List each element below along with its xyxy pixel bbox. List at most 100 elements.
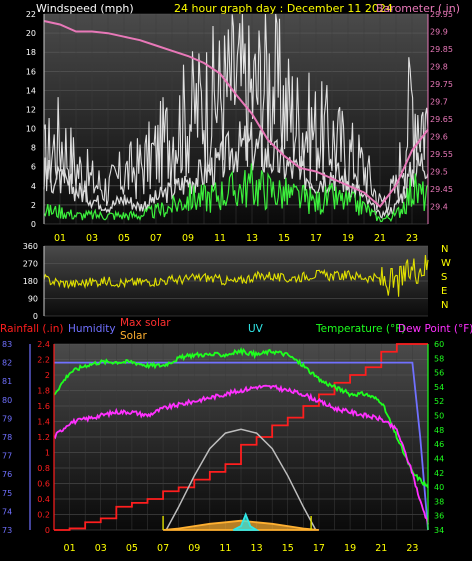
- hour-tick-label: 17: [313, 543, 325, 554]
- hour-tick-label: 05: [126, 543, 138, 554]
- time-axis-bottom: 01 03 05 07 09 11 13 15 17 19 21 23: [64, 543, 419, 554]
- hour-tick-label: 05: [118, 233, 130, 244]
- wind-tick-label: 4: [31, 182, 36, 191]
- humidity-tick-label: 73: [2, 526, 12, 535]
- wind-tick-label: 14: [26, 86, 36, 95]
- hour-tick-label: 19: [344, 543, 356, 554]
- rainfall-tick-label: 0: [45, 526, 50, 535]
- legend-uv: UV: [248, 323, 264, 335]
- wind-tick-label: 18: [26, 48, 36, 57]
- barometer-tick-label: 29.55: [430, 150, 453, 159]
- direction-tick-label: 360: [23, 242, 38, 251]
- temperature-tick-label: 46: [434, 440, 444, 449]
- rainfall-tick-label: 2.4: [37, 340, 50, 349]
- hour-tick-label: 15: [278, 233, 290, 244]
- humidity-tick-label: 74: [2, 507, 12, 516]
- hour-tick-label: 01: [64, 543, 76, 554]
- legend-humidity: Humidity: [68, 323, 116, 335]
- hour-tick-label: 19: [342, 233, 354, 244]
- hour-tick-label: 21: [375, 543, 387, 554]
- temperature-tick-label: 36: [434, 512, 444, 521]
- temperature-tick-label: 58: [434, 354, 444, 363]
- hour-tick-label: 09: [182, 233, 194, 244]
- temperature-tick-label: 56: [434, 369, 444, 378]
- humidity-tick-label: 77: [2, 452, 12, 461]
- rainfall-tick-label: 1.8: [37, 387, 50, 396]
- barometer-tick-label: 29.45: [430, 185, 453, 194]
- temperature-tick-label: 54: [434, 383, 444, 392]
- barometer-tick-label: 29.7: [430, 98, 448, 107]
- wind-tick-label: 8: [31, 144, 36, 153]
- barometer-tick-label: 29.6: [430, 133, 448, 142]
- wind-axis-title: Windspeed (mph): [36, 2, 134, 15]
- temperature-tick-label: 44: [434, 454, 444, 463]
- hour-tick-label: 21: [374, 233, 386, 244]
- hour-tick-label: 01: [54, 233, 66, 244]
- direction-tick-label: 90: [28, 295, 38, 304]
- hour-tick-label: 07: [150, 233, 162, 244]
- humidity-tick-label: 75: [2, 489, 12, 498]
- wind-tick-label: 22: [26, 10, 36, 19]
- temperature-tick-label: 60: [434, 340, 444, 349]
- wind-tick-label: 20: [26, 29, 36, 38]
- humidity-tick-label: 80: [2, 396, 12, 405]
- hour-tick-label: 07: [157, 543, 169, 554]
- rainfall-tick-label: 0.2: [37, 511, 50, 520]
- barometer-tick-label: 29.75: [430, 80, 453, 89]
- humidity-tick-label: 78: [2, 433, 12, 442]
- hour-tick-label: 11: [214, 233, 226, 244]
- wind-tick-label: 6: [31, 163, 36, 172]
- barometer-tick-label: 29.95: [430, 10, 453, 19]
- hour-tick-label: 03: [95, 543, 107, 554]
- temperature-tick-label: 40: [434, 483, 444, 492]
- legend-rainfall: Rainfall (.in): [0, 323, 63, 335]
- rainfall-tick-label: 0.8: [37, 464, 50, 473]
- rainfall-tick-label: 2: [45, 371, 50, 380]
- barometer-tick-label: 29.8: [430, 63, 448, 72]
- rainfall-tick-label: 1.4: [37, 418, 50, 427]
- compass-label: N: [441, 244, 448, 255]
- hour-tick-label: 13: [251, 543, 263, 554]
- temperature-tick-label: 50: [434, 412, 444, 421]
- rainfall-tick-label: 1.6: [37, 402, 50, 411]
- barometer-tick-label: 29.4: [430, 203, 448, 212]
- hour-tick-label: 11: [219, 543, 231, 554]
- barometer-tick-label: 29.85: [430, 45, 453, 54]
- humidity-tick-label: 81: [2, 377, 12, 386]
- temperature-tick-label: 42: [434, 469, 444, 478]
- wind-tick-label: 16: [26, 67, 36, 76]
- weather-dashboard: Windspeed (mph) 24 hour graph day : Dece…: [0, 2, 472, 554]
- hour-tick-label: 03: [86, 233, 98, 244]
- humidity-tick-label: 79: [2, 414, 12, 423]
- compass-label: N: [441, 300, 448, 311]
- humidity-tick-label: 83: [2, 340, 12, 349]
- legend-max-solar: Max solar: [120, 317, 171, 329]
- temperature-tick-label: 38: [434, 497, 444, 506]
- temperature-tick-label: 48: [434, 426, 444, 435]
- time-axis-top: 01 03 05 07 09 11 13 15 17 19 21 23: [54, 233, 418, 244]
- hour-tick-label: 23: [406, 233, 418, 244]
- legend-temperature: Temperature (°F): [315, 323, 405, 335]
- barometer-tick-label: 29.9: [430, 28, 448, 37]
- legend-solar: Solar: [120, 330, 147, 342]
- humidity-tick-label: 76: [2, 470, 12, 479]
- hour-tick-label: 23: [406, 543, 418, 554]
- hour-tick-label: 13: [246, 233, 258, 244]
- wind-tick-label: 0: [31, 220, 36, 229]
- direction-tick-label: 0: [33, 312, 38, 321]
- wind-tick-label: 12: [26, 105, 36, 114]
- rainfall-tick-label: 1.2: [37, 433, 50, 442]
- rainfall-tick-label: 1: [45, 449, 50, 458]
- barometer-tick-label: 29.5: [430, 168, 448, 177]
- rainfall-tick-label: 0.6: [37, 480, 50, 489]
- rainfall-tick-label: 2.2: [37, 356, 50, 365]
- hour-tick-label: 09: [188, 543, 200, 554]
- compass-label: W: [441, 258, 451, 269]
- temperature-tick-label: 52: [434, 397, 444, 406]
- hour-tick-label: 15: [282, 543, 294, 554]
- hour-tick-label: 17: [310, 233, 322, 244]
- direction-tick-label: 180: [23, 277, 38, 286]
- legend-dew-point: Dew Point (°F): [398, 323, 472, 335]
- compass-label: E: [441, 286, 447, 297]
- wind-tick-label: 2: [31, 201, 36, 210]
